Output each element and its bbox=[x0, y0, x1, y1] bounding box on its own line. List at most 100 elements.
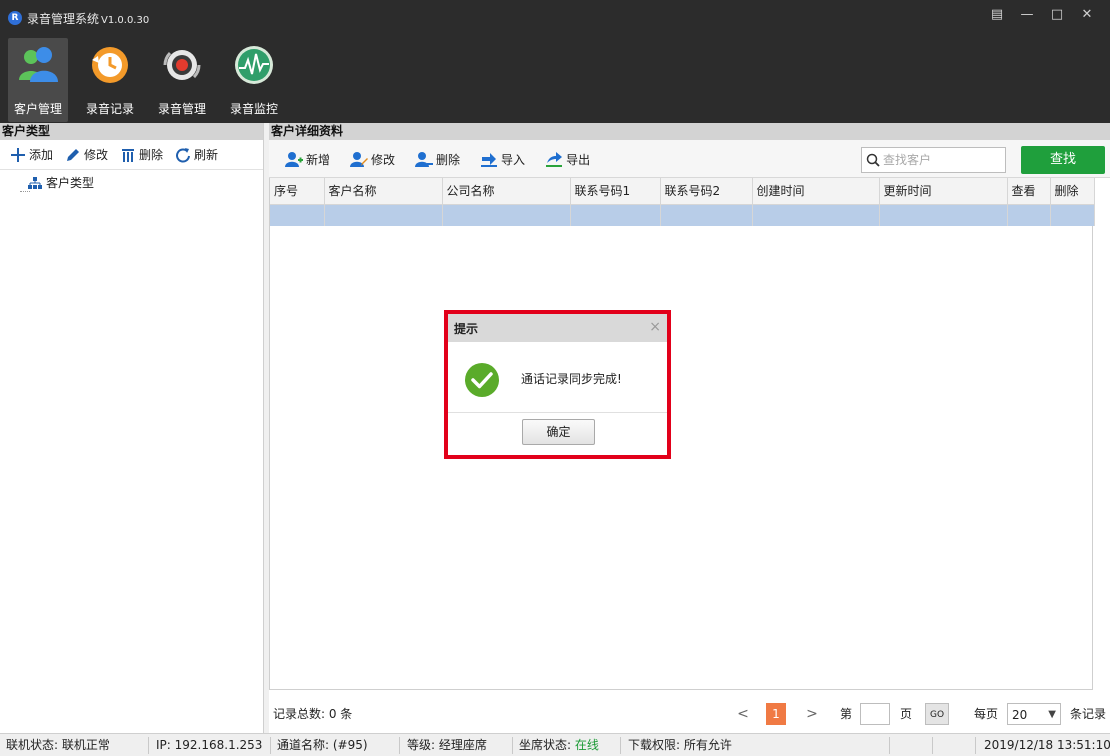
edit-type-button[interactable]: 修改 bbox=[65, 146, 108, 163]
search-button[interactable]: 查找 bbox=[1021, 146, 1105, 174]
status-divider bbox=[889, 737, 890, 754]
customer-type-panel: 客户类型 添加 修改 删除 刷新 客户类型 bbox=[0, 123, 264, 733]
column-header-view[interactable]: 查看 bbox=[1007, 178, 1051, 205]
button-label: 添加 bbox=[29, 148, 54, 162]
remove-user-icon bbox=[415, 152, 434, 167]
page-jump-input[interactable] bbox=[860, 703, 890, 725]
window-controls: ▤ — □ ✕ bbox=[984, 6, 1100, 24]
edit-user-icon bbox=[350, 152, 369, 167]
channel-name: 通道名称: (#95) bbox=[277, 738, 368, 752]
column-header-delete[interactable]: 删除 bbox=[1050, 178, 1095, 205]
delete-customer-button[interactable]: 删除 bbox=[415, 151, 460, 168]
window-menu-icon[interactable]: ▤ bbox=[984, 6, 1010, 24]
column-header-index[interactable]: 序号 bbox=[270, 178, 325, 205]
new-customer-button[interactable]: 新增 bbox=[285, 151, 330, 168]
search-input[interactable] bbox=[883, 153, 1001, 167]
dialog-title: 提示 bbox=[454, 322, 479, 336]
column-header-created-time[interactable]: 创建时间 bbox=[752, 178, 880, 205]
page-size-value: 20 bbox=[1012, 708, 1028, 722]
import-button[interactable]: 导入 bbox=[480, 151, 525, 168]
tree-node-customer-type[interactable]: 客户类型 bbox=[0, 170, 263, 191]
nav-customer-management[interactable]: 客户管理 bbox=[8, 38, 68, 122]
status-divider bbox=[399, 737, 400, 754]
close-button[interactable]: ✕ bbox=[1074, 6, 1100, 24]
nav-label: 客户管理 bbox=[13, 102, 62, 116]
table-header-row: 序号 客户名称 公司名称 联系号码1 联系号码2 创建时间 更新时间 查看 删除 bbox=[270, 178, 1095, 205]
download-permission: 下载权限: 所有允许 bbox=[628, 738, 732, 752]
dialog-divider bbox=[448, 412, 667, 413]
seat-level: 等级: 经理座席 bbox=[407, 738, 487, 752]
seat-status-label: 坐席状态: bbox=[519, 738, 572, 752]
datetime: 2019/12/18 13:51:10 bbox=[984, 738, 1110, 752]
column-header-phone-2[interactable]: 联系号码2 bbox=[660, 178, 753, 205]
ok-button[interactable]: 确定 bbox=[522, 419, 595, 445]
export-button[interactable]: 导出 bbox=[545, 151, 590, 168]
table-cell[interactable] bbox=[1007, 204, 1051, 226]
table-cell[interactable] bbox=[270, 204, 325, 226]
table-cell[interactable] bbox=[442, 204, 571, 226]
status-divider bbox=[270, 737, 271, 754]
add-type-button[interactable]: 添加 bbox=[10, 146, 53, 163]
table-row-selected[interactable] bbox=[270, 204, 1095, 226]
page-number-current[interactable]: 1 bbox=[766, 703, 786, 725]
table-cell[interactable] bbox=[570, 204, 661, 226]
app-version: V1.0.0.30 bbox=[101, 15, 150, 26]
app-name: 录音管理系统 bbox=[27, 12, 100, 26]
users-icon bbox=[19, 47, 58, 82]
status-bar: 联机状态: 联机正常 IP: 192.168.1.253 通道名称: (#95)… bbox=[0, 733, 1110, 756]
success-check-icon bbox=[465, 363, 499, 397]
button-label: 导入 bbox=[501, 152, 526, 167]
next-page-button[interactable]: > bbox=[805, 703, 819, 725]
prev-page-button[interactable]: < bbox=[736, 703, 750, 725]
column-header-customer-name[interactable]: 客户名称 bbox=[324, 178, 443, 205]
nav-label: 录音管理 bbox=[157, 102, 206, 116]
column-header-updated-time[interactable]: 更新时间 bbox=[879, 178, 1008, 205]
tree-node-label: 客户类型 bbox=[46, 176, 95, 190]
title-bar[interactable]: R 录音管理系统 V1.0.0.30 ▤ — □ ✕ bbox=[0, 0, 1110, 38]
panel-title: 客户详细资料 bbox=[269, 123, 1110, 140]
search-field[interactable] bbox=[861, 147, 1006, 173]
customer-table: 序号 客户名称 公司名称 联系号码1 联系号码2 创建时间 更新时间 查看 删除 bbox=[269, 178, 1095, 690]
nav-recording-management[interactable]: 录音管理 bbox=[152, 38, 212, 122]
customer-toolbar: 新增 修改 删除 导入 导出 查找 bbox=[269, 140, 1110, 178]
dialog-close-button[interactable]: × bbox=[649, 319, 661, 335]
search-icon bbox=[866, 153, 880, 167]
nav-recording-history[interactable]: 录音记录 bbox=[80, 38, 140, 122]
page-suffix-label: 页 bbox=[899, 707, 912, 721]
delete-type-button[interactable]: 删除 bbox=[120, 146, 163, 163]
refresh-icon bbox=[176, 147, 191, 162]
button-label: 修改 bbox=[371, 152, 396, 167]
button-label: 删除 bbox=[139, 148, 164, 162]
column-header-company-name[interactable]: 公司名称 bbox=[442, 178, 571, 205]
table-cell[interactable] bbox=[752, 204, 880, 226]
edit-customer-button[interactable]: 修改 bbox=[350, 151, 395, 168]
ip-address: IP: 192.168.1.253 bbox=[156, 738, 263, 752]
button-label: 修改 bbox=[84, 148, 109, 162]
table-cell[interactable] bbox=[660, 204, 753, 226]
button-label: 刷新 bbox=[194, 148, 219, 162]
connection-label: 联机状态: bbox=[6, 738, 59, 752]
page-size-select[interactable]: 20 ▼ bbox=[1007, 703, 1061, 725]
minimize-button[interactable]: — bbox=[1014, 6, 1040, 24]
nav-recording-monitor[interactable]: 录音监控 bbox=[224, 38, 284, 122]
table-cell[interactable] bbox=[879, 204, 1008, 226]
refresh-type-button[interactable]: 刷新 bbox=[175, 146, 218, 163]
history-clock-icon bbox=[92, 47, 128, 83]
pencil-icon bbox=[67, 148, 80, 161]
status-divider bbox=[932, 737, 933, 754]
customer-details-panel: 客户详细资料 新增 修改 删除 导入 导出 查找客户 查找 序号 客户名称 公司… bbox=[269, 123, 1110, 733]
maximize-button[interactable]: □ bbox=[1044, 6, 1070, 24]
nav-label: 录音监控 bbox=[229, 102, 278, 116]
table-cell[interactable] bbox=[1050, 204, 1095, 226]
add-user-icon bbox=[285, 152, 303, 167]
dialog-title-bar[interactable]: 提示 × bbox=[448, 314, 667, 342]
page-prefix-label: 第 bbox=[839, 707, 852, 721]
connection-value: 联机正常 bbox=[61, 738, 110, 752]
dialog-message: 通话记录同步完成! bbox=[521, 372, 622, 386]
go-button[interactable]: GO bbox=[925, 703, 949, 725]
per-page-label: 每页 bbox=[973, 707, 998, 721]
table-cell[interactable] bbox=[324, 204, 443, 226]
status-divider bbox=[148, 737, 149, 754]
notice-dialog: 提示 × 通话记录同步完成! 确定 bbox=[448, 314, 667, 455]
column-header-phone-1[interactable]: 联系号码1 bbox=[570, 178, 661, 205]
